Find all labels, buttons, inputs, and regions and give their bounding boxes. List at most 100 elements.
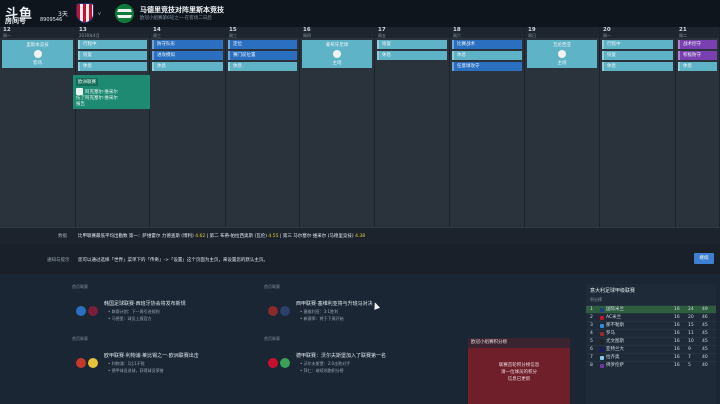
table-row[interactable]: 8 佛罗伦萨 16 5 40 [586,361,716,369]
news-headline[interactable]: 韩国足球联赛·西班牙协会将发布新规 [104,300,186,307]
opponent-crest-icon [333,50,341,58]
day-weekday: 周五 [378,33,386,38]
day-header: 21 周二 [676,27,719,38]
club-logo-icon [76,306,86,316]
calendar-day-15[interactable]: 15 周三 定位 赛门前位置 休息 [226,27,300,227]
league-subtitle: 积分榜 [590,297,602,302]
stats-part-3: 第三 马尔塞尔·维采尔 (马德里竞技) [282,234,354,239]
news-item[interactable]: 首页联赛 德甲联赛：沃尔夫斯堡加入了联赛第一名 • 沃尔夫斯堡：2:0击败对手 • 拜… [264,336,454,388]
news-item[interactable]: 首页联赛 西甲联赛·塞维利亚将与升班马对决 • 塞维利亚：3:1胜利 • 新赛季：将于… [264,284,454,336]
day-weekday: 周一 [3,33,11,38]
league-table-widget[interactable]: 意大利足球甲级联赛 积分榜 1 国际米兰 16 24 49 2 AC米兰 16 20 46 3 那不勒… [586,284,716,404]
schedule-calendar: 12 周一 里斯本竞技 客场 13 2030年4月 行程中 恢复 休息 14 周三 防守队形 进攻模拟休… [0,27,720,227]
away-team-crest-icon[interactable] [115,4,134,23]
calendar-day-19[interactable]: 19 周日 瓦伦西亚 主场 [525,27,600,227]
training-session[interactable]: 休息 [377,51,447,60]
training-session[interactable]: 休息 [678,62,717,71]
match-block[interactable]: 葡萄牙足球 主场 [302,40,372,68]
match-block[interactable]: 里斯本竞技 客场 [2,40,73,68]
table-row[interactable]: 1 国际米兰 16 24 49 [586,305,716,313]
day-weekday: 周四 [303,33,311,38]
day-header: 13 2030年4月 [76,27,149,38]
day-weekday: 周三 [153,33,161,38]
training-session[interactable]: 恢复 [377,40,447,49]
home-team-crest-icon[interactable] [76,3,94,23]
continue-button[interactable]: 继续 [694,253,714,264]
training-session[interactable]: 行程中 [602,40,673,49]
stats-part-1: 比甲联赛最低平均出勤数 第一：萨维霍尔 力德查斯 (博利) [78,234,194,239]
day-weekday: 2030年4月 [79,33,100,38]
table-row[interactable]: 7 拉齐奥 16 7 40 [586,353,716,361]
calendar-day-14[interactable]: 14 周三 防守队形 进攻模拟 休息 [150,27,226,227]
match-venue: 客场 [33,61,42,66]
club-badge-icon [600,340,604,344]
row-goal-diff: 5 [688,363,691,368]
news-bullet: • 联赛计划：下一周引进规则 [108,309,160,314]
training-session[interactable]: 定位 [228,40,297,49]
news-category: 首页联赛 [264,284,280,289]
match-opponent: 葡萄牙足球 [325,43,349,48]
calendar-day-17[interactable]: 17 周五 恢复 休息 [375,27,450,227]
club-badge-icon [600,364,604,368]
table-row[interactable]: 5 尤文图斯 16 10 45 [586,337,716,345]
day-weekday: 周六 [453,33,461,38]
stats-value-3: 4.38 [355,234,366,239]
news-headline[interactable]: 德甲联赛：沃尔夫斯堡加入了联赛第一名 [296,352,386,359]
news-headline[interactable]: 欧甲联赛·利物浦·莱比锡之一·欧洲联赛出击 [104,352,199,359]
club-logo-icon [280,306,290,316]
training-session[interactable]: 休息 [228,62,297,71]
table-row[interactable]: 4 罗马 16 11 45 [586,329,716,337]
news-headline[interactable]: 西甲联赛·塞维利亚将与升班马对决 [296,300,373,307]
match-block[interactable]: 瓦伦西亚 主场 [527,40,597,68]
training-session[interactable]: 休息 [152,62,223,71]
days-until-match: 3天 [58,11,68,18]
training-session[interactable]: 进攻模拟 [152,51,223,60]
day-weekday: 周一 [603,33,611,38]
row-club-name: 佛罗伦萨 [606,363,624,368]
day-weekday: 周日 [528,33,536,38]
league-title[interactable]: 意大利足球甲级联赛 [586,284,716,297]
training-session[interactable]: 休息 [452,51,522,60]
training-session[interactable]: 恢复 [602,51,673,60]
match-title[interactable]: 马德里竞技对阵里斯本竞技 [140,5,224,15]
stats-value-2: 4.55 [268,234,279,239]
training-session[interactable]: 休息 [602,62,673,71]
news-bullet: • 沃尔夫斯堡：2:0击败对手 [300,361,351,366]
calendar-day-18[interactable]: 18 周六 比赛战术 休息 任意球攻守 [450,27,525,227]
club-logo-icon [280,358,290,368]
opponent-crest-icon [558,50,566,58]
injury-news-card[interactable]: 欧洲联赛 阿克塞尔·维采尔 伤了阿克塞尔·维采尔 报告 [73,75,150,109]
versus-label: v [98,11,101,17]
training-session[interactable]: 行程中 [78,40,147,49]
table-row[interactable]: 3 那不勒斯 16 15 45 [586,321,716,329]
news-bullet: • 新赛季：将于下周开始 [300,316,344,321]
training-session[interactable]: 积极防守 [678,51,717,60]
table-row[interactable]: 2 AC米兰 16 20 46 [586,313,716,321]
training-session[interactable]: 赛门前位置 [228,51,297,60]
training-session[interactable]: 休息 [78,62,147,71]
news-column-right: 首页联赛 西甲联赛·塞维利亚将与升班马对决 • 塞维利亚：3:1胜利 • 新赛季：将于… [264,284,454,388]
training-session[interactable]: 比赛战术 [452,40,522,49]
stats-label: 数据 [58,234,67,239]
club-badge-icon [600,324,604,328]
calendar-day-21[interactable]: 21 周二战术控守积极防守休息 [676,27,720,227]
tips-label: 通知与提示 [47,258,70,263]
news-item[interactable]: 首页联赛 韩国足球联赛·西班牙协会将发布新规 • 联赛计划：下一周引进规则 • 马德里… [72,284,262,336]
top-bar: 斗鱼 房间号 8909546 3天 v 马德里竞技对阵里斯本竞技 欧冠小组赛第6… [0,0,720,27]
calendar-day-12[interactable]: 12 周一 里斯本竞技 客场 [0,27,76,227]
training-session[interactable]: 恢复 [78,51,147,60]
club-badge-icon [600,316,604,320]
news-item[interactable]: 首页联赛 欧甲联赛·利物浦·莱比锡之一·欧洲联赛出击 • 利物浦：1比1不败 • 德甲… [72,336,262,388]
training-session[interactable]: 战术控守 [678,40,717,49]
table-row[interactable]: 6 亚特兰大 16 9 45 [586,345,716,353]
calendar-day-20[interactable]: 20 周一 行程中 恢复 休息 [600,27,676,227]
training-session[interactable]: 防守队形 [152,40,223,49]
calendar-day-13[interactable]: 13 2030年4月 行程中恢复休息 [76,27,150,227]
match-opponent: 里斯本竞技 [26,43,49,48]
notification-popup[interactable]: 欧冠小组赛积分榜 联赛首轮积分榜信息 请一位球员的积分 信息已更新 [468,338,570,404]
watermark-room-label: 房间号 [5,17,26,25]
training-session[interactable]: 任意球攻守 [452,62,522,71]
calendar-day-16[interactable]: 16 周四 葡萄牙足球 主场 [300,27,375,227]
report-icon [76,88,83,95]
news-column-left: 首页联赛 韩国足球联赛·西班牙协会将发布新规 • 联赛计划：下一周引进规则 • 马德里… [72,284,262,388]
